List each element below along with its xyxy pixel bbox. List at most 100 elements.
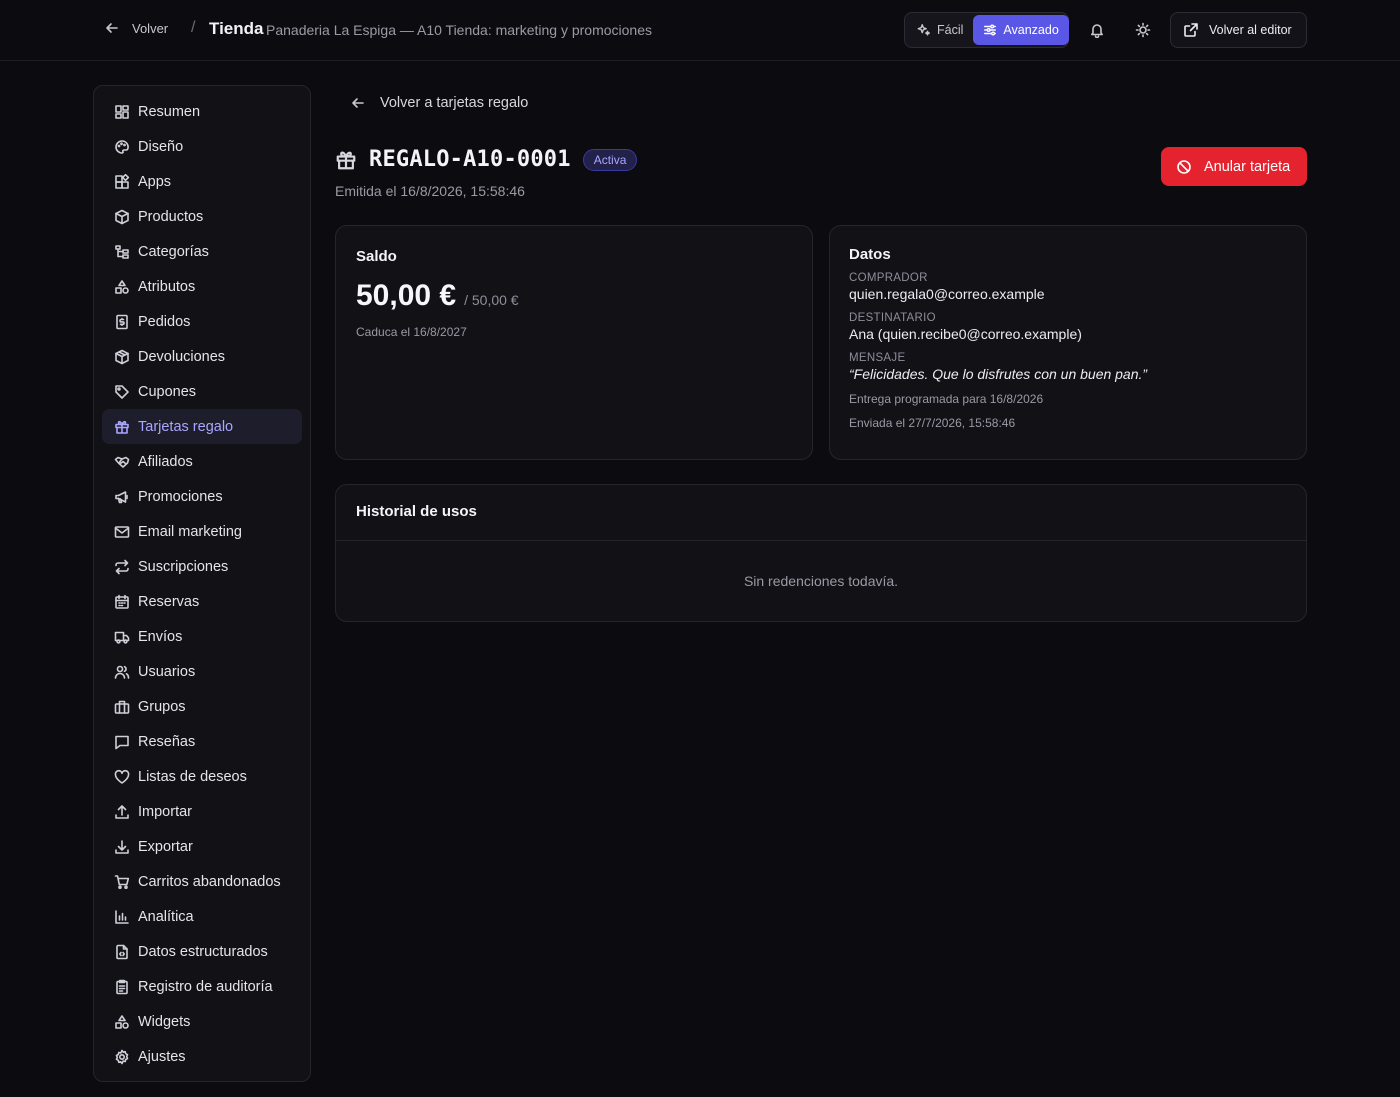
sidebar-item-exportar[interactable]: Exportar — [102, 829, 302, 864]
users-icon — [114, 665, 130, 679]
sidebar-item-label: Cupones — [138, 383, 197, 400]
gift-icon — [336, 151, 356, 169]
sidebar-item-apps[interactable]: Apps — [102, 164, 302, 199]
usage-history-card: Historial de usos Sin redenciones todaví… — [335, 484, 1307, 622]
file-code-icon — [116, 944, 128, 959]
external-link-icon — [1184, 23, 1198, 37]
upload-icon — [115, 804, 129, 819]
theme-toggle-button[interactable] — [1131, 18, 1155, 42]
message-label: MENSAJE — [849, 352, 906, 364]
box-return-icon — [115, 349, 129, 364]
message-icon — [115, 735, 129, 749]
back-to-editor-label: Volver al editor — [1209, 23, 1292, 37]
sidebar-item-productos[interactable]: Productos — [102, 199, 302, 234]
usage-history-empty: Sin redenciones todavía. — [743, 573, 899, 589]
recipient-label: DESTINATARIO — [849, 312, 936, 324]
sidebar-item-afiliados[interactable]: Afiliados — [102, 444, 302, 479]
buyer-value: quien.regala0@correo.example — [849, 286, 1045, 302]
notifications-button[interactable] — [1085, 18, 1109, 42]
mode-easy-button[interactable]: Fácil — [907, 15, 973, 45]
repeat-icon — [115, 559, 129, 574]
sidebar-item-label: Analítica — [138, 908, 194, 925]
cart-icon — [114, 874, 130, 889]
sidebar-item-categorias[interactable]: Categorías — [102, 234, 302, 269]
sidebar-item-reservas[interactable]: Reservas — [102, 584, 302, 619]
gift-icon — [115, 420, 129, 434]
ban-icon — [1177, 159, 1191, 174]
sidebar-item-usuarios[interactable]: Usuarios — [102, 654, 302, 689]
sidebar-item-analitica[interactable]: Analítica — [102, 899, 302, 934]
sidebar-item-atributos[interactable]: Atributos — [102, 269, 302, 304]
sidebar-item-label: Afiliados — [138, 453, 193, 470]
sidebar-item-importar[interactable]: Importar — [102, 794, 302, 829]
back-to-gift-cards-link[interactable]: Volver a tarjetas regalo — [350, 95, 528, 111]
back-to-gift-cards-label: Volver a tarjetas regalo — [380, 95, 529, 111]
bell-icon — [1091, 24, 1103, 38]
sidebar-item-label: Email marketing — [138, 523, 242, 540]
page-title: REGALO-A10-0001 — [369, 147, 571, 172]
sidebar-item-label: Widgets — [138, 1013, 191, 1030]
sidebar-item-diseno[interactable]: Diseño — [102, 129, 302, 164]
download-icon — [115, 839, 129, 854]
box-icon — [115, 209, 129, 224]
dashboard-icon — [115, 104, 129, 119]
truck-icon — [114, 631, 130, 644]
usage-history-heading: Historial de usos — [336, 485, 1306, 541]
mode-easy-label: Fácil — [937, 23, 964, 37]
mode-advanced-button[interactable]: Avanzado — [973, 15, 1069, 45]
back-button[interactable]: Volver — [104, 20, 168, 36]
sidebar-item-resenas[interactable]: Reseñas — [102, 724, 302, 759]
sidebar-item-datos-estructurados[interactable]: Datos estructurados — [102, 934, 302, 969]
sidebar-item-devoluciones[interactable]: Devoluciones — [102, 339, 302, 374]
receipt-icon — [116, 314, 128, 329]
scheduled-delivery: Entrega programada para 16/8/2026 — [849, 392, 1044, 406]
top-bar: Volver / Tienda Panaderia La Espiga — A1… — [0, 0, 1400, 61]
sidebar-item-label: Datos estructurados — [138, 943, 268, 960]
back-to-editor-button[interactable]: Volver al editor — [1170, 12, 1307, 48]
shapes-icon — [115, 1014, 129, 1029]
sliders-icon — [984, 24, 997, 36]
issued-date: Emitida el 16/8/2026, 15:58:46 — [335, 183, 525, 199]
sidebar-item-label: Pedidos — [138, 313, 191, 330]
breadcrumb-subtitle: Panaderia La Espiga — A10 Tienda: market… — [266, 22, 653, 38]
details-heading: Datos — [849, 246, 891, 263]
palette-icon — [115, 139, 129, 154]
breadcrumb-title[interactable]: Tienda — [209, 19, 263, 39]
breadcrumb-separator: / — [191, 19, 196, 36]
sidebar-item-suscripciones[interactable]: Suscripciones — [102, 549, 302, 584]
sidebar-item-email-marketing[interactable]: Email marketing — [102, 514, 302, 549]
sidebar-item-label: Resumen — [138, 103, 201, 120]
sidebar-item-label: Tarjetas regalo — [138, 418, 234, 435]
sidebar-item-label: Reseñas — [138, 733, 196, 750]
sidebar-item-listas-de-deseos[interactable]: Listas de deseos — [102, 759, 302, 794]
sidebar-item-ajustes[interactable]: Ajustes — [102, 1039, 302, 1074]
mode-toggle: Fácil Avanzado — [904, 12, 1069, 48]
calendar-icon — [115, 594, 129, 609]
sidebar-item-widgets[interactable]: Widgets — [102, 1004, 302, 1039]
sidebar-item-grupos[interactable]: Grupos — [102, 689, 302, 724]
sidebar-item-label: Apps — [138, 173, 172, 190]
sidebar-item-label: Reservas — [138, 593, 200, 610]
sun-icon — [1135, 22, 1151, 38]
sidebar-item-cupones[interactable]: Cupones — [102, 374, 302, 409]
heart-icon — [114, 769, 130, 784]
details-card: Datos COMPRADOR quien.regala0@correo.exa… — [829, 225, 1307, 460]
sidebar-item-promociones[interactable]: Promociones — [102, 479, 302, 514]
sidebar-item-registro-de-auditoria[interactable]: Registro de auditoría — [102, 969, 302, 1004]
sidebar-item-label: Diseño — [138, 138, 184, 155]
message-value: “Felicidades. Que lo disfrutes con un bu… — [849, 366, 1148, 382]
recipient-value: Ana (quien.recibe0@correo.example) — [849, 326, 1082, 342]
sidebar-item-tarjetas-regalo[interactable]: Tarjetas regalo — [102, 409, 302, 444]
megaphone-icon — [115, 490, 128, 503]
sidebar-item-label: Envíos — [138, 628, 183, 645]
sidebar-item-label: Atributos — [138, 278, 196, 295]
sidebar-item-label: Productos — [138, 208, 204, 225]
balance-total: / 50,00 € — [464, 292, 519, 308]
status-badge: Activa — [582, 148, 638, 171]
void-card-button[interactable]: Anular tarjeta — [1161, 147, 1307, 186]
mail-icon — [114, 525, 130, 538]
sidebar-item-carritos-abandonados[interactable]: Carritos abandonados — [102, 864, 302, 899]
sidebar-item-envios[interactable]: Envíos — [102, 619, 302, 654]
sidebar-item-pedidos[interactable]: Pedidos — [102, 304, 302, 339]
sidebar-item-resumen[interactable]: Resumen — [102, 94, 302, 129]
